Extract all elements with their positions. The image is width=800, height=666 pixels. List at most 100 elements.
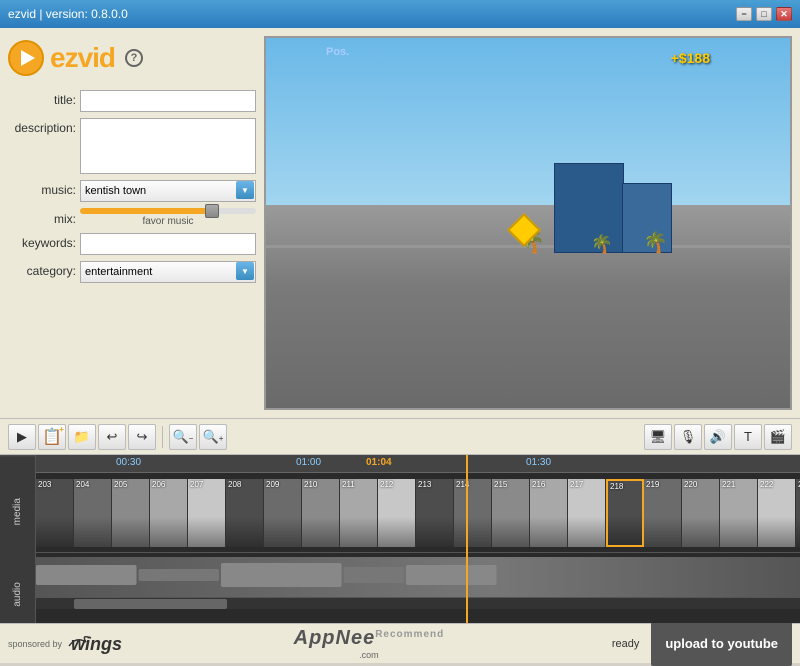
minimize-button[interactable]: − — [736, 7, 752, 21]
timeline-thumbnail-214[interactable]: 214 — [454, 479, 492, 547]
audio-button[interactable]: 🔊 — [704, 424, 732, 450]
timeline-thumbnail-207[interactable]: 207 — [188, 479, 226, 547]
mix-label: mix: — [8, 209, 76, 226]
description-row: description: — [8, 118, 256, 174]
thumb-num-219: 219 — [646, 480, 659, 489]
music-select[interactable]: kentish town — [80, 180, 256, 202]
monitor-button[interactable]: 🖥 — [644, 424, 672, 450]
description-input[interactable] — [80, 118, 256, 174]
mix-slider-thumb[interactable] — [205, 204, 219, 218]
text-button[interactable]: T — [734, 424, 762, 450]
timeline-thumbnail-211[interactable]: 211 — [340, 479, 378, 547]
media-track[interactable]: 2032042052062072082092102112122132142152… — [36, 473, 800, 553]
thumb-overlay-220 — [682, 517, 719, 547]
timeline-tracks[interactable]: 00:30 01:00 01:04 01:30 2032042052062072… — [36, 455, 800, 623]
timeline-thumbnail-221[interactable]: 221 — [720, 479, 758, 547]
timeline-thumbnail-219[interactable]: 219 — [644, 479, 682, 547]
timeline-thumbnail-220[interactable]: 220 — [682, 479, 720, 547]
audio-icon: 🔊 — [710, 429, 726, 445]
timeline-thumbnail-205[interactable]: 205 — [112, 479, 150, 547]
appnee-sub: Recommend — [375, 629, 444, 640]
mic-button[interactable]: 🎙 — [674, 424, 702, 450]
thumb-num-211: 211 — [342, 480, 355, 489]
bottom-section: ▶ + 📋 📁 ↩ ↪ 🔍− 🔍+ — [0, 418, 800, 623]
timeline-thumbnail-203[interactable]: 203 — [36, 479, 74, 547]
status-right: ready upload to youtube — [612, 622, 792, 666]
thumb-overlay-214 — [454, 517, 491, 547]
title-label: title: — [8, 90, 76, 107]
toolbar-separator-1 — [162, 426, 163, 448]
mix-slider[interactable] — [80, 208, 256, 214]
timeline-thumbnail-208[interactable]: 208 — [226, 479, 264, 547]
add-clip-button[interactable]: + 📋 — [38, 424, 66, 450]
thumb-overlay-219 — [644, 517, 681, 547]
left-panel: ezvid ? title: description: music: kenti… — [8, 36, 256, 410]
top-section: ezvid ? title: description: music: kenti… — [0, 28, 800, 418]
upload-to-youtube-button[interactable]: upload to youtube — [651, 622, 792, 666]
appnee-main-text: AppNeeRecommend — [126, 627, 612, 650]
thumb-num-205: 205 — [114, 480, 127, 489]
zoom-in-icon: 🔍+ — [203, 429, 224, 445]
audio-track[interactable] — [36, 553, 800, 597]
open-button[interactable]: 📁 — [68, 424, 96, 450]
category-select[interactable]: entertainment — [80, 261, 256, 283]
thumb-overlay-210 — [302, 517, 339, 547]
pos-text: Pos. — [326, 46, 349, 58]
mic-icon: 🎙 — [680, 429, 697, 445]
timeline-thumbnail-223[interactable]: 223 — [796, 479, 800, 547]
main-content: ezvid ? title: description: music: kenti… — [0, 28, 800, 663]
thumb-num-209: 209 — [266, 480, 279, 489]
timeline-thumbnail-215[interactable]: 215 — [492, 479, 530, 547]
scroll-thumb[interactable] — [74, 599, 227, 609]
help-icon[interactable]: ? — [125, 49, 143, 67]
timeline-thumbnail-212[interactable]: 212 — [378, 479, 416, 547]
timeline-thumbnail-222[interactable]: 222 — [758, 479, 796, 547]
time-marker-0130: 01:30 — [526, 457, 551, 468]
timeline-thumbnail-206[interactable]: 206 — [150, 479, 188, 547]
appnee-logo: AppNeeRecommend .com — [126, 627, 612, 660]
timeline-thumbnail-210[interactable]: 210 — [302, 479, 340, 547]
thumb-num-207: 207 — [190, 480, 203, 489]
close-button[interactable]: ✕ — [776, 7, 792, 21]
thumb-overlay-207 — [188, 517, 225, 547]
preview-image: 🌴 🌴 🌴 +$188 Pos. — [266, 38, 790, 408]
timeline-thumbnail-213[interactable]: 213 — [416, 479, 454, 547]
category-row: category: entertainment — [8, 261, 256, 283]
media-track-label: media — [0, 455, 35, 567]
title-bar-controls: − □ ✕ — [736, 7, 792, 21]
thumb-num-221: 221 — [722, 480, 735, 489]
title-input[interactable] — [80, 90, 256, 112]
mix-sublabel: favor music — [142, 216, 193, 227]
maximize-button[interactable]: □ — [756, 7, 772, 21]
score-overlay: +$188 — [671, 50, 710, 66]
timeline-thumbnail-209[interactable]: 209 — [264, 479, 302, 547]
keywords-input[interactable] — [80, 233, 256, 255]
add-clip-icon: + 📋 — [42, 427, 62, 447]
title-bar: ezvid | version: 0.8.0.0 − □ ✕ — [0, 0, 800, 28]
undo-button[interactable]: ↩ — [98, 424, 126, 450]
category-label: category: — [8, 261, 76, 278]
zoom-out-button[interactable]: 🔍− — [169, 424, 197, 450]
zoom-in-button[interactable]: 🔍+ — [199, 424, 227, 450]
thumb-num-206: 206 — [152, 480, 165, 489]
title-row: title: — [8, 90, 256, 112]
thumb-overlay-206 — [150, 517, 187, 547]
ready-status-text: ready — [612, 638, 640, 650]
timeline-thumbnail-204[interactable]: 204 — [74, 479, 112, 547]
film-button[interactable]: 🎬 — [764, 424, 792, 450]
appnee-url: .com — [126, 650, 612, 660]
logo-ez: ez — [50, 42, 78, 73]
redo-button[interactable]: ↪ — [128, 424, 156, 450]
timeline-thumbnail-216[interactable]: 216 — [530, 479, 568, 547]
timeline-thumbnail-218[interactable]: 218 — [606, 479, 644, 547]
play-button[interactable]: ▶ — [8, 424, 36, 450]
thumb-num-208: 208 — [228, 480, 241, 489]
time-marker-0030: 00:30 — [116, 457, 141, 468]
timeline-thumbnail-217[interactable]: 217 — [568, 479, 606, 547]
audio-track-label: audio — [0, 567, 35, 623]
thumb-overlay-213 — [416, 517, 453, 547]
audio-waveform — [36, 557, 800, 601]
undo-icon: ↩ — [107, 429, 118, 445]
thumb-overlay-208 — [226, 517, 263, 547]
timeline-scrollbar[interactable] — [36, 597, 800, 609]
